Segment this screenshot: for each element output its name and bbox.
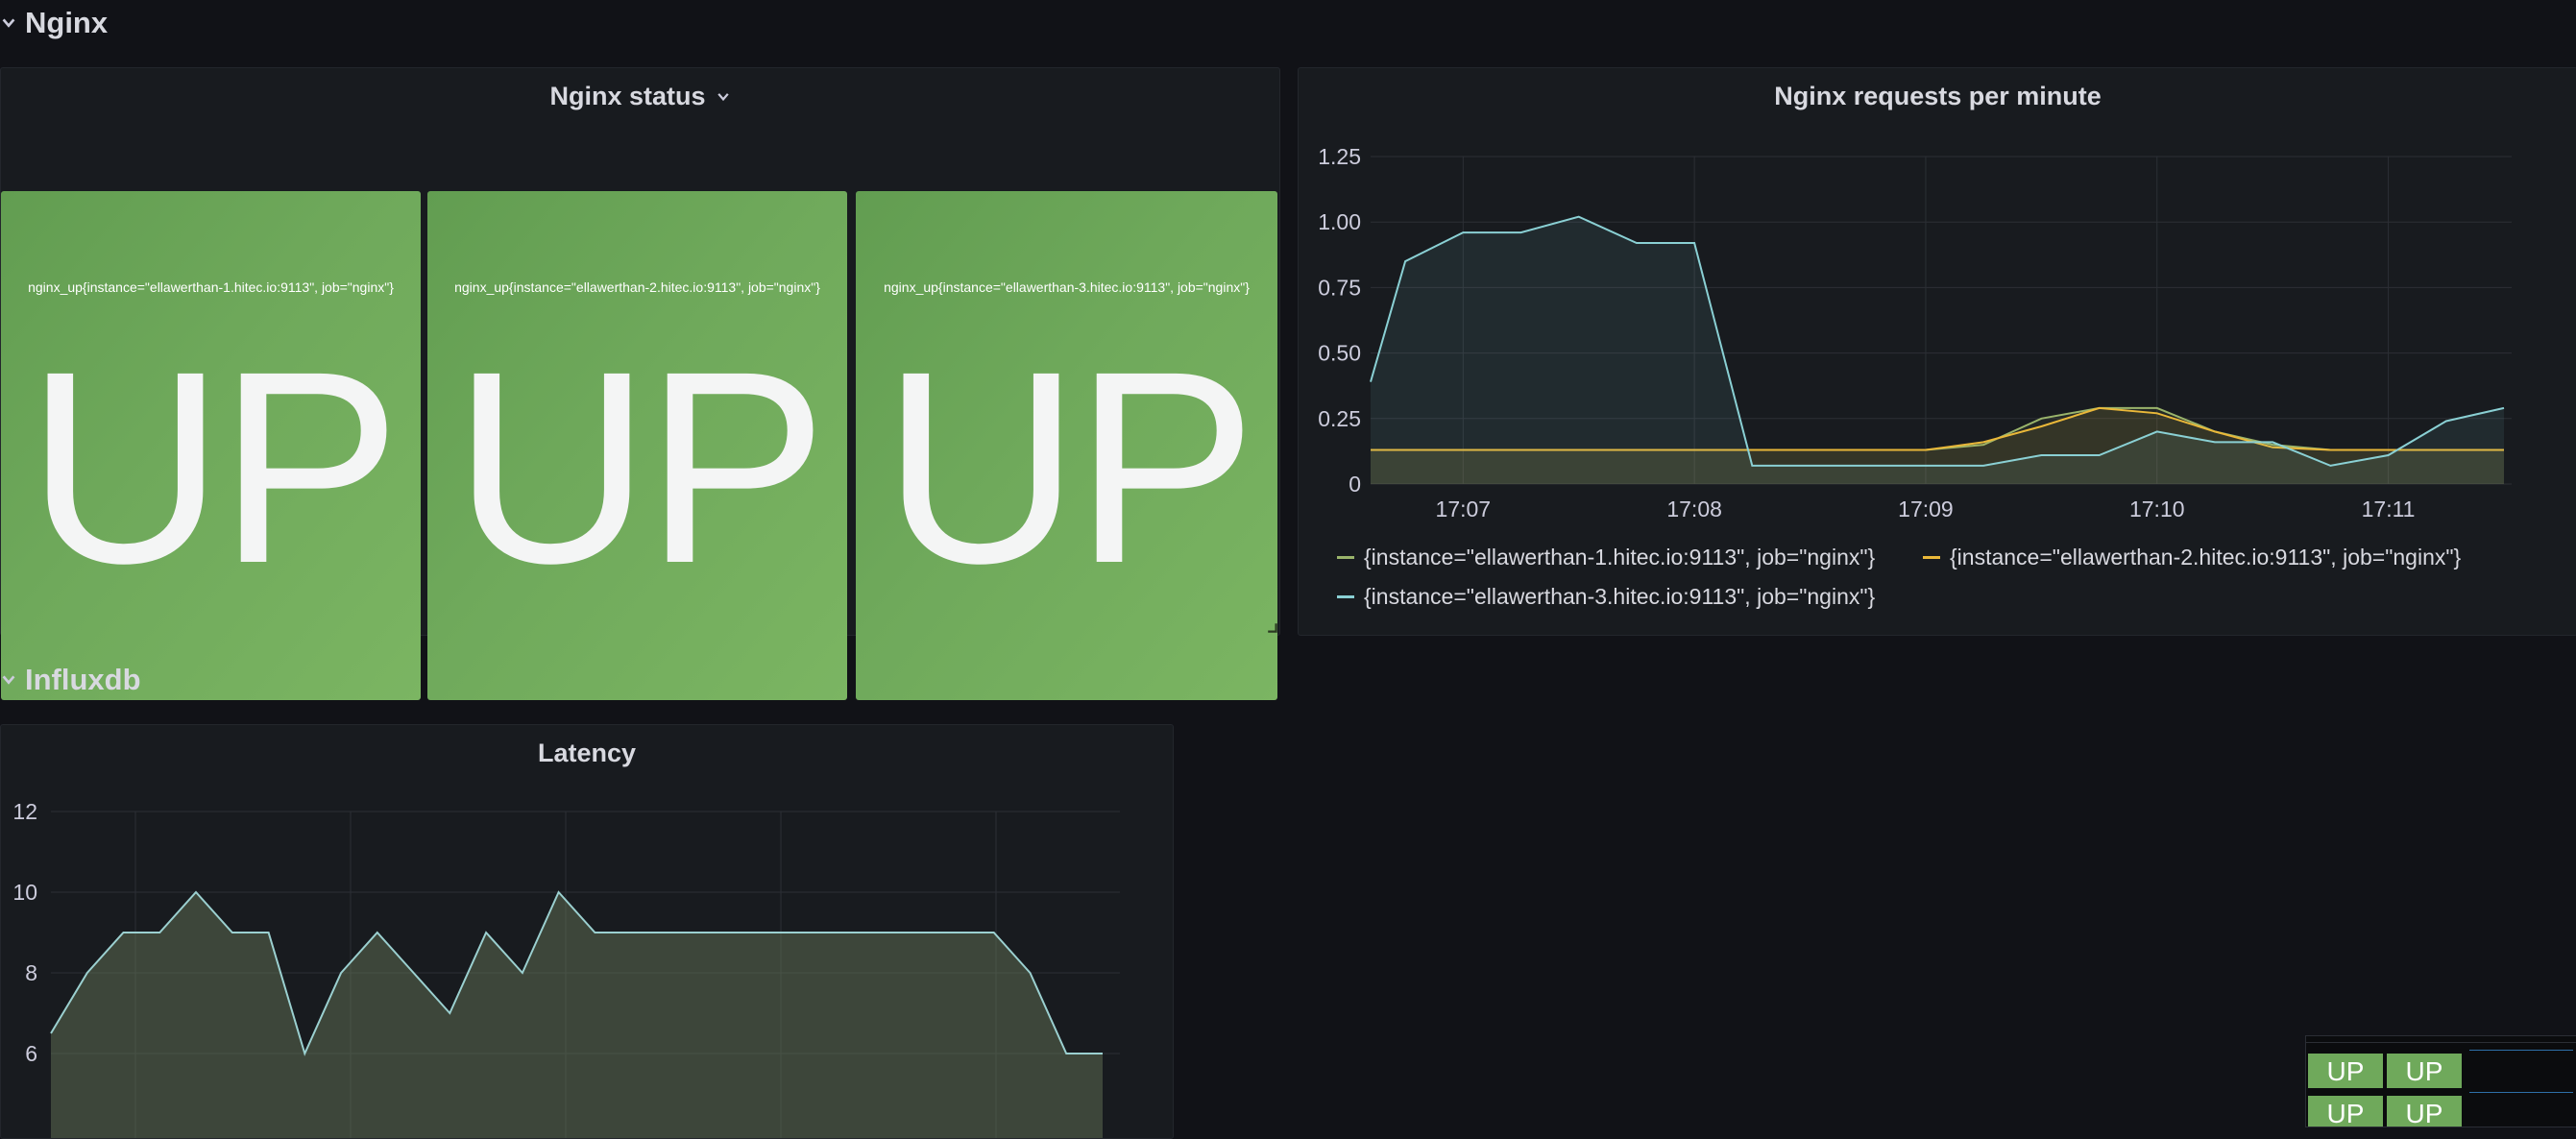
latency-chart: 6 8 10 12 [12,799,1120,1138]
y-tick-label: 0 [1349,472,1361,497]
y-tick-label: 1.25 [1318,144,1361,169]
panel-header[interactable]: Nginx status [1,82,1279,111]
stat-value: UP [452,315,828,620]
x-tick-label: 17:11 [2362,497,2416,521]
legend-label: {instance="ellawerthan-3.hitec.io:9113",… [1364,584,1876,609]
requests-chart: 0 0.25 0.50 0.75 1.00 1.25 17:07 17:08 17:09 17:1… [1318,144,2512,521]
chevron-down-icon [717,92,729,101]
requests-panel: Nginx requests per minute 0 0.25 0.50 0.75 1… [1298,67,2576,636]
x-tick-label: 17:07 [1436,497,1492,521]
series-area [1371,216,2504,484]
minimap-line [2469,1050,2573,1051]
stat-metric-label: nginx_up{instance="ellawerthan-1.hitec.i… [28,279,394,295]
legend-item[interactable]: {instance="ellawerthan-3.hitec.io:9113",… [1337,584,1875,610]
dashboard-minimap[interactable]: UP UP UP UP [2305,1035,2576,1127]
minimap-tile: UP [2387,1054,2462,1088]
stat-value: UP [26,315,401,620]
x-tick-label: 17:08 [1666,497,1722,521]
series-area [51,892,1103,1138]
chevron-down-icon [2,18,15,28]
stat-metric-label: nginx_up{instance="ellawerthan-3.hitec.i… [884,279,1250,295]
minimap-header [2306,1036,2576,1043]
latency-panel: Latency 6 8 10 12 [0,724,1174,1139]
row-header-nginx[interactable]: Nginx [0,6,108,40]
y-tick-label: 0.50 [1318,341,1361,366]
y-tick-label: 12 [12,799,37,824]
minimap-tile: UP [2308,1054,2383,1088]
nginx-status-panel: Nginx status nginx_up{instance="ellawert… [0,67,1280,700]
row-title: Nginx [25,6,109,39]
legend-swatch [1337,595,1354,598]
stat-metric-label: nginx_up{instance="ellawerthan-2.hitec.i… [454,279,820,295]
stat-tile[interactable]: nginx_up{instance="ellawerthan-3.hitec.i… [856,191,1277,700]
y-tick-label: 1.00 [1318,209,1361,234]
y-tick-label: 6 [25,1041,37,1066]
minimap-line [2469,1092,2573,1093]
legend-label: {instance="ellawerthan-2.hitec.io:9113",… [1950,545,2462,570]
minimap-tile: UP [2387,1096,2462,1127]
row-header-influxdb[interactable]: Influxdb [0,663,141,697]
resize-handle-icon[interactable] [1264,619,1277,633]
stat-value: UP [882,315,1257,620]
legend-swatch [1923,556,1940,559]
y-tick-label: 0.25 [1318,406,1361,431]
x-tick-label: 17:09 [1898,497,1954,521]
legend-item[interactable]: {instance="ellawerthan-1.hitec.io:9113",… [1337,545,1875,570]
minimap-tile: UP [2308,1096,2383,1127]
legend-swatch [1337,556,1354,559]
panel-title: Nginx status [549,82,706,110]
legend-item[interactable]: {instance="ellawerthan-2.hitec.io:9113",… [1923,545,2461,570]
legend-label: {instance="ellawerthan-1.hitec.io:9113",… [1364,545,1876,570]
y-tick-label: 0.75 [1318,275,1361,300]
y-tick-label: 10 [12,880,37,905]
y-tick-label: 8 [25,960,37,985]
x-tick-label: 17:10 [2129,497,2185,521]
row-title: Influxdb [25,663,141,696]
stat-tile[interactable]: nginx_up{instance="ellawerthan-2.hitec.i… [427,191,847,700]
chevron-down-icon [2,675,15,685]
stat-tile[interactable]: nginx_up{instance="ellawerthan-1.hitec.i… [1,191,421,700]
